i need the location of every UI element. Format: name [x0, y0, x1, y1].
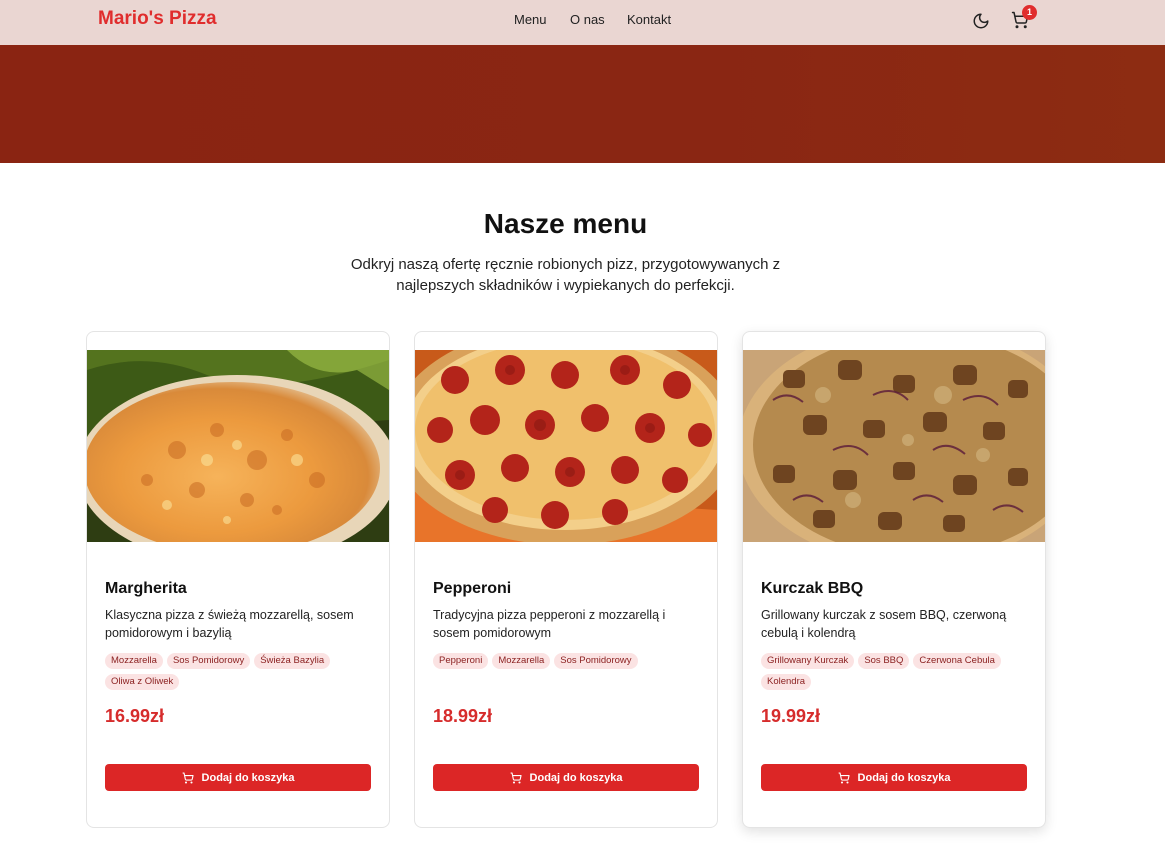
ingredient-tags: Grillowany Kurczak Sos BBQ Czerwona Cebu…: [761, 653, 1031, 690]
ingredient-tags: Mozzarella Sos Pomidorowy Świeża Bazylia…: [105, 653, 375, 690]
nav-link-about[interactable]: O nas: [570, 12, 605, 27]
hero-banner: [0, 45, 1165, 163]
pizza-image-pepperoni: [415, 350, 717, 542]
nav-link-contact[interactable]: Kontakt: [627, 12, 671, 27]
nav-link-menu[interactable]: Menu: [514, 12, 547, 27]
menu-card-margherita: Margherita Klasyczna pizza z świeżą mozz…: [86, 331, 390, 828]
theme-toggle-button[interactable]: [972, 12, 990, 30]
menu-subtitle: Odkryj naszą ofertę ręcznie robionych pi…: [350, 256, 781, 294]
pizza-price: 19.99zł: [761, 706, 821, 726]
pizza-description: Klasyczna pizza z świeżą mozzarellą, sos…: [105, 608, 354, 640]
ingredient-tag: Pepperoni: [433, 653, 489, 669]
pizza-image-bbq-chicken: [743, 350, 1045, 542]
ingredient-tag: Mozzarella: [105, 653, 163, 669]
add-to-cart-label: Dodaj do koszyka: [529, 771, 623, 784]
cart-icon: [838, 771, 850, 784]
ingredient-tag: Sos Pomidorowy: [166, 653, 251, 669]
ingredient-tag: Mozzarella: [492, 653, 551, 669]
add-to-cart-button[interactable]: Dodaj do koszyka: [433, 764, 699, 791]
pizza-name: Pepperoni: [433, 580, 512, 597]
cart-icon: [182, 771, 194, 784]
pizza-description: Tradycyjna pizza pepperoni z mozzarellą …: [433, 608, 666, 640]
cart-count-badge: 1: [1022, 5, 1037, 20]
pizza-description: Grillowany kurczak z sosem BBQ, czerwoną…: [761, 608, 1007, 640]
add-to-cart-label: Dodaj do koszyka: [857, 771, 951, 784]
site-header: Mario's Pizza Menu O nas Kontakt 1: [0, 0, 1165, 45]
ingredient-tag: Grillowany Kurczak: [761, 653, 855, 669]
ingredient-tag: Oliwa z Oliwek: [105, 674, 180, 690]
add-to-cart-button[interactable]: Dodaj do koszyka: [761, 764, 1027, 791]
menu-card-pepperoni: Pepperoni Tradycyjna pizza pepperoni z m…: [414, 331, 718, 828]
menu-card-bbq-chicken: Kurczak BBQ Grillowany kurczak z sosem B…: [742, 331, 1046, 828]
ingredient-tag: Świeża Bazylia: [254, 653, 331, 669]
ingredient-tag: Sos BBQ: [858, 653, 910, 669]
pizza-price: 18.99zł: [433, 706, 493, 726]
pizza-image-margherita: [87, 350, 389, 542]
menu-title: Nasze menu: [483, 208, 648, 239]
add-to-cart-button[interactable]: Dodaj do koszyka: [105, 764, 371, 791]
main-nav: Menu O nas Kontakt: [0, 12, 1165, 32]
moon-icon: [973, 13, 989, 29]
ingredient-tag: Czerwona Cebula: [913, 653, 1001, 669]
add-to-cart-label: Dodaj do koszyka: [201, 771, 295, 784]
pizza-price: 16.99zł: [105, 706, 165, 726]
ingredient-tag: Kolendra: [761, 674, 812, 690]
cart-icon: [510, 771, 522, 784]
ingredient-tag: Sos Pomidorowy: [554, 653, 638, 669]
ingredient-tags: Pepperoni Mozzarella Sos Pomidorowy: [433, 653, 703, 669]
pizza-name: Margherita: [105, 580, 187, 597]
pizza-name: Kurczak BBQ: [761, 580, 864, 597]
